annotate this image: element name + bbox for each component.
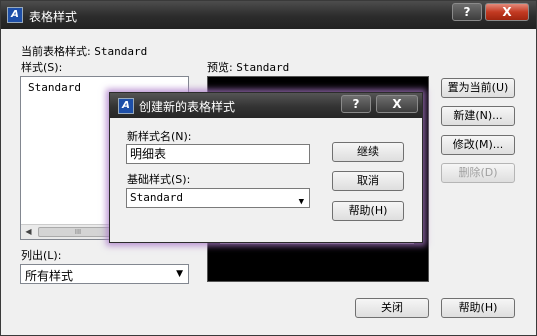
modify-style-button[interactable]: 修改(M)... (441, 135, 515, 155)
continue-button[interactable]: 继续 (332, 142, 404, 162)
help-title-button[interactable]: ? (452, 3, 482, 21)
current-style-label: 当前表格样式: Standard (21, 43, 147, 59)
new-style-button[interactable]: 新建(N)... (441, 106, 515, 126)
dialog-title: 创建新的表格样式 (139, 100, 236, 114)
current-style-caption: 当前表格样式: (21, 45, 91, 58)
list-filter-label: 列出(L): (21, 249, 62, 262)
list-item[interactable]: Standard (28, 81, 81, 94)
title-bar: A 表格样式 ? X (1, 1, 536, 29)
set-current-button[interactable]: 置为当前(U) (441, 78, 515, 98)
app-icon: A (7, 7, 23, 23)
dialog-help-title-button[interactable]: ? (341, 95, 371, 113)
dialog-title-bar: A 创建新的表格样式 ? X (110, 93, 422, 118)
dialog-close-title-button[interactable]: X (376, 95, 418, 113)
window-title: 表格样式 (29, 10, 78, 24)
close-title-button[interactable]: X (485, 3, 529, 21)
dialog-app-icon: A (118, 98, 134, 114)
preview-value: Standard (236, 61, 290, 74)
list-filter-select[interactable]: 所有样式 ▼ (20, 264, 189, 284)
preview-label: 预览: Standard (207, 59, 289, 75)
current-style-value: Standard (94, 45, 148, 58)
scroll-thumb[interactable]: III (38, 227, 118, 237)
chevron-down-icon: ▼ (176, 269, 183, 279)
scroll-left-icon[interactable]: ◀ (21, 225, 36, 239)
dialog-help-button[interactable]: 帮助(H) (332, 201, 404, 221)
close-button[interactable]: 关闭 (355, 298, 429, 318)
styles-label: 样式(S): (21, 61, 63, 74)
help-button[interactable]: 帮助(H) (441, 298, 515, 318)
chevron-down-icon: ▼ (298, 197, 304, 207)
base-style-select[interactable]: Standard ▼ (126, 188, 310, 208)
list-filter-value: 所有样式 (25, 269, 74, 283)
cancel-button[interactable]: 取消 (332, 171, 404, 191)
new-style-name-input[interactable]: 明细表 (126, 144, 310, 164)
base-style-value: Standard (130, 191, 183, 204)
new-style-name-label: 新样式名(N): (127, 130, 192, 143)
delete-style-button: 删除(D) (441, 163, 515, 183)
base-style-label: 基础样式(S): (127, 173, 191, 186)
preview-caption: 预览: (207, 61, 233, 74)
create-style-dialog: A 创建新的表格样式 ? X 新样式名(N): 明细表 基础样式(S): Sta… (109, 92, 423, 243)
